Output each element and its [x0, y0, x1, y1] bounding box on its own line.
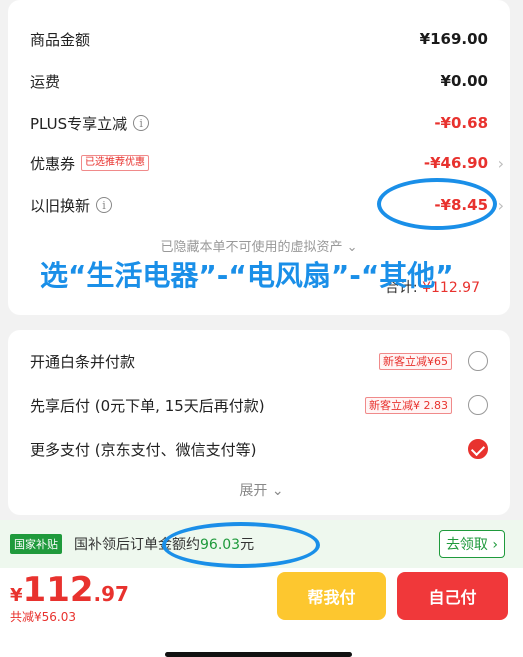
info-icon[interactable]: i: [133, 115, 150, 131]
annotation-text: 选“生活电器”-“电风扇”-“其他”: [40, 259, 454, 292]
claim-subsidy-button[interactable]: 去领取 ›: [438, 530, 505, 558]
chevron-right-icon: ›: [492, 537, 498, 553]
checkout-bar: ¥112.97 共减¥56.03 帮我付 自己付: [0, 568, 523, 657]
coupon-row[interactable]: 优惠券 已选推荐优惠 -¥46.90 ›: [30, 148, 504, 178]
expand-label: 展开: [239, 483, 268, 499]
shipping-row: 运费 ¥0.00: [30, 66, 488, 96]
plus-discount-value: -¥0.68: [434, 114, 488, 132]
price-currency: ¥: [10, 585, 23, 606]
goods-amount-row: 商品金额 ¥169.00: [30, 24, 488, 54]
self-pay-button[interactable]: 自己付: [397, 572, 508, 620]
chevron-down-icon: ⌄: [346, 240, 358, 255]
payment-radio[interactable]: [468, 351, 488, 371]
chevron-right-icon: ›: [497, 153, 504, 173]
home-indicator: [165, 652, 352, 657]
payment-option-label: 开通白条并付款: [30, 352, 136, 371]
chevron-right-icon: ›: [497, 195, 504, 215]
payment-promo-tag: 新客立减¥ 2.83: [365, 396, 452, 414]
chevron-down-icon: ⌄: [271, 483, 284, 499]
goods-amount-value: ¥169.00: [419, 30, 488, 48]
claim-subsidy-label: 去领取: [445, 537, 488, 553]
tradein-label: 以旧换新: [30, 196, 91, 215]
plus-discount-label: PLUS专享立减: [30, 114, 128, 133]
price-decimal: .97: [93, 582, 129, 606]
coupon-label: 优惠券: [30, 154, 76, 173]
payment-radio-checked[interactable]: [468, 439, 488, 459]
payment-option-label: 先享后付 (0元下单, 15天后再付款): [30, 396, 265, 415]
payment-option-label: 更多支付 (京东支付、微信支付等): [30, 440, 257, 459]
hidden-assets-note: 已隐藏本单不可使用的虚拟资产: [160, 240, 343, 255]
plus-discount-row: PLUS专享立减 i -¥0.68: [30, 108, 488, 138]
goods-amount-label: 商品金额: [30, 30, 91, 49]
price-integer: 112: [22, 570, 94, 610]
annotation-ellipse: [162, 522, 320, 568]
shipping-value: ¥0.00: [440, 72, 488, 90]
payment-option[interactable]: 先享后付 (0元下单, 15天后再付款) 新客立减¥ 2.83: [30, 390, 488, 420]
coupon-value: -¥46.90: [423, 154, 488, 172]
hidden-assets-toggle[interactable]: 已隐藏本单不可使用的虚拟资产 ⌄: [8, 236, 510, 255]
payment-promo-tag: 新客立减¥65: [379, 352, 452, 370]
expand-payments-button[interactable]: 展开 ⌄: [0, 480, 523, 500]
payment-option[interactable]: 更多支付 (京东支付、微信支付等): [30, 434, 488, 464]
annotation-ellipse: [377, 178, 497, 230]
subsidy-badge: 国家补贴: [10, 534, 62, 554]
help-pay-button[interactable]: 帮我付: [277, 572, 386, 620]
coupon-recommended-tag: 已选推荐优惠: [81, 155, 150, 171]
info-icon[interactable]: i: [96, 197, 113, 213]
final-price: ¥112.97: [10, 570, 129, 610]
payment-radio[interactable]: [468, 395, 488, 415]
shipping-label: 运费: [30, 72, 61, 91]
total-saved: 共减¥56.03: [10, 610, 76, 624]
payment-option[interactable]: 开通白条并付款 新客立减¥65: [30, 346, 488, 376]
